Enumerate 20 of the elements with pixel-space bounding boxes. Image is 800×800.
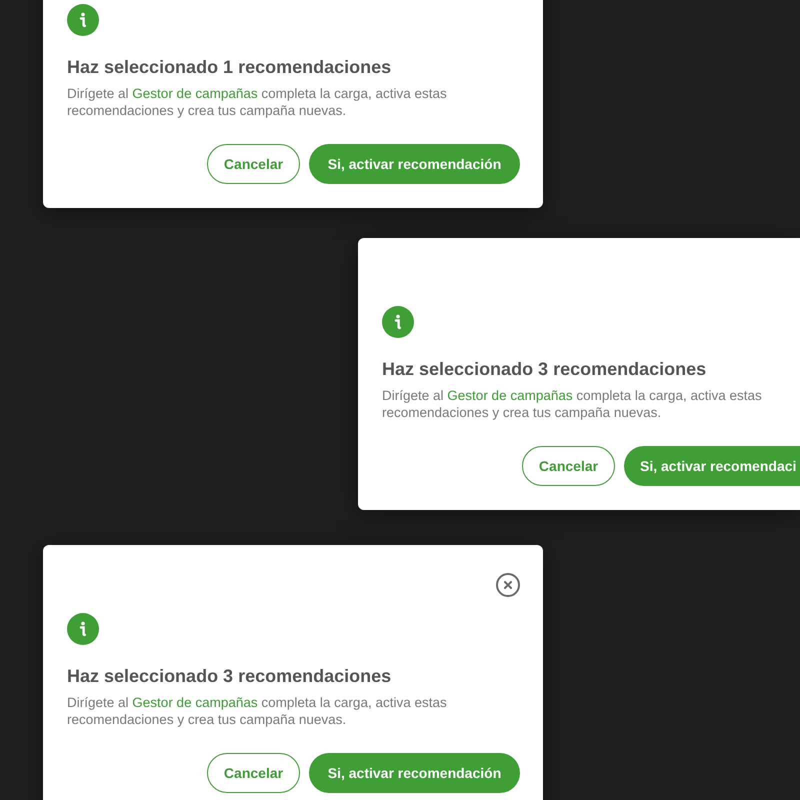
cancel-button[interactable]: Cancelar — [207, 753, 300, 793]
campaign-manager-link[interactable]: Gestor de campañas — [132, 86, 258, 101]
cancel-button[interactable]: Cancelar — [207, 144, 300, 184]
dialog-title: Haz seleccionado 3 recomendaciones — [67, 665, 392, 688]
dialog-message: Dirígete al Gestor de campañas completa la carga, activa estas recomendaciones y crea tus campaña nuevas. — [382, 387, 763, 421]
close-button[interactable] — [496, 573, 520, 597]
info-icon — [67, 613, 99, 645]
campaign-manager-link[interactable]: Gestor de campañas — [132, 695, 258, 710]
dialog-title: Haz seleccionado 1 recomendaciones — [67, 56, 392, 79]
campaign-manager-link[interactable]: Gestor de campañas — [447, 388, 573, 403]
close-icon — [503, 580, 513, 590]
dialog-message: Dirígete al Gestor de campañas completa la carga, activa estas recomendaciones y crea tus campaña nuevas. — [67, 85, 448, 119]
confirm-button[interactable]: Si, activar recomendación — [309, 753, 520, 793]
info-icon — [382, 306, 414, 338]
cancel-button[interactable]: Cancelar — [522, 446, 615, 486]
confirm-button[interactable]: Si, activar recomendaci — [624, 446, 800, 486]
confirm-button[interactable]: Si, activar recomendación — [309, 144, 520, 184]
info-icon — [67, 4, 99, 36]
dialog-title: Haz seleccionado 3 recomendaciones — [382, 358, 708, 381]
dialog-message: Dirígete al Gestor de campañas completa la carga, activa estas recomendaciones y crea tus campaña nuevas. — [67, 694, 448, 728]
